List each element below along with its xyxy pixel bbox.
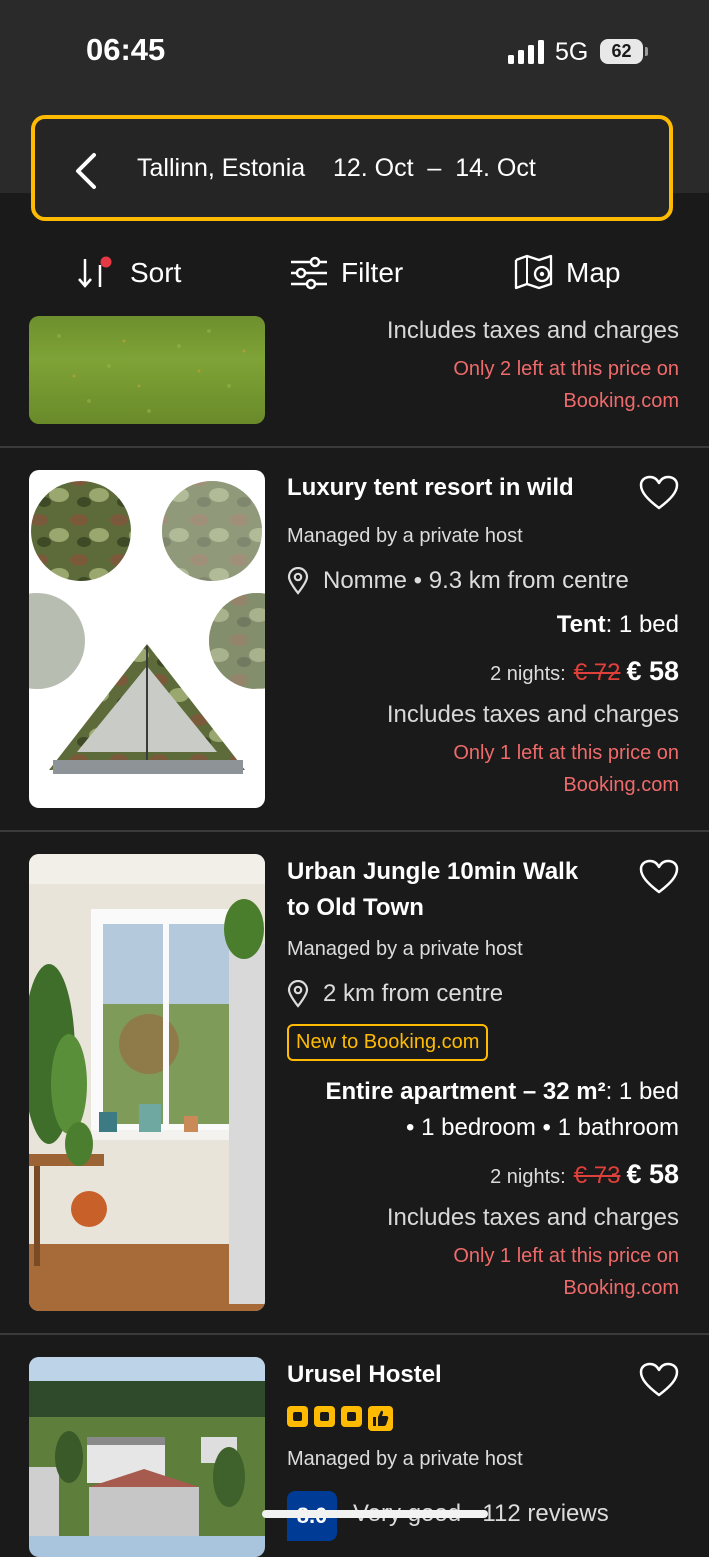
nights-label: 2 nights: (490, 663, 566, 685)
discounted-price: € 58 (626, 656, 679, 686)
home-indicator[interactable] (262, 1510, 488, 1518)
unit-type: Entire apartment – 32 m²: 1 bed (325, 1078, 680, 1105)
star-rating (287, 1406, 393, 1431)
new-to-booking-badge: New to Booking.com (287, 1024, 489, 1061)
urgency-message: Only 2 left at this price on Booking.com (453, 358, 679, 412)
original-price: € 72 (573, 659, 621, 686)
managed-by-label: Managed by a private host (287, 1448, 523, 1470)
unit-rooms: • 1 bedroom • 1 bathroom (406, 1114, 679, 1141)
star-icon (314, 1406, 335, 1427)
sort-icon (78, 256, 112, 288)
listing-location: 2 km from centre (287, 980, 503, 1008)
discounted-price: € 58 (626, 1159, 679, 1189)
taxes-note: Includes taxes and charges (386, 317, 679, 344)
location-pin-icon (287, 567, 309, 595)
unit-type: Tent: 1 bed (556, 611, 679, 638)
listing-photo-grass[interactable] (29, 316, 265, 424)
filter-button[interactable]: Filter (289, 251, 403, 295)
listing-photo-tent[interactable] (29, 470, 265, 808)
taxes-note: Includes taxes and charges (386, 701, 679, 728)
price-row: 2 nights: € 72 € 58 (490, 656, 679, 687)
listing-location: Nomme • 9.3 km from centre (287, 567, 629, 595)
filter-sliders-icon (291, 256, 327, 290)
managed-by-label: Managed by a private host (287, 938, 523, 960)
heart-icon[interactable] (639, 475, 679, 511)
urgency-message: Only 1 left at this price on Booking.com (453, 742, 679, 796)
listing-divider (0, 830, 709, 832)
star-icon (287, 1406, 308, 1427)
sort-button[interactable]: Sort (76, 251, 181, 295)
listing-title[interactable]: Urban Jungle 10min Walk to Old Town (287, 854, 627, 926)
back-chevron-icon[interactable] (72, 151, 100, 191)
map-label: Map (566, 257, 621, 288)
review-count: · 112 reviews (467, 1500, 609, 1527)
search-summary-text[interactable]: Tallinn, Estonia 12. Oct – 14. Oct (137, 154, 536, 183)
listing-photo-apartment[interactable] (29, 854, 265, 1311)
map-icon (514, 254, 553, 290)
heart-icon[interactable] (639, 859, 679, 895)
network-type: 5G (555, 38, 589, 66)
thumbs-up-icon (368, 1406, 393, 1431)
cellular-signal-icon (508, 40, 544, 64)
star-icon (341, 1406, 362, 1427)
taxes-note: Includes taxes and charges (386, 1204, 679, 1231)
heart-icon[interactable] (639, 1362, 679, 1398)
location-pin-icon (287, 980, 309, 1008)
listing-title[interactable]: Luxury tent resort in wild (287, 470, 627, 506)
battery-icon: 62 (600, 39, 648, 64)
map-button[interactable]: Map (514, 251, 620, 295)
urgency-message: Only 1 left at this price on Booking.com (453, 1245, 679, 1299)
search-dates: 12. Oct – 14. Oct (332, 154, 536, 182)
listing-photo-hostel[interactable] (29, 1357, 265, 1557)
sort-label: Sort (130, 257, 182, 288)
listing-divider (0, 446, 709, 448)
nights-label: 2 nights: (490, 1166, 566, 1188)
listing-title[interactable]: Urusel Hostel (287, 1357, 627, 1393)
filter-label: Filter (341, 257, 404, 288)
managed-by-label: Managed by a private host (287, 525, 523, 547)
original-price: € 73 (573, 1162, 621, 1189)
battery-level: 62 (600, 39, 643, 64)
status-time: 06:45 (86, 32, 166, 67)
price-row: 2 nights: € 73 € 58 (490, 1159, 679, 1190)
listing-divider (0, 1333, 709, 1335)
search-location: Tallinn, Estonia (137, 154, 306, 182)
